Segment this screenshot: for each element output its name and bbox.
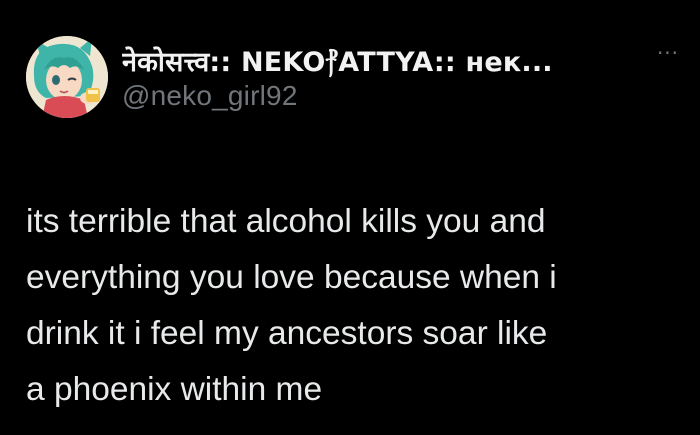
avatar[interactable] <box>26 36 108 118</box>
author-name-row: नेकोसत्त्व:: NEKO⳨ATTYA:: нек... <box>122 40 642 80</box>
author-display-name[interactable]: नेकोसत्त्व:: NEKO⳨ATTYA:: нек... <box>122 42 553 79</box>
more-options-button[interactable]: ··· <box>648 40 688 66</box>
tweet-text: its terrible that alcohol kills you and … <box>26 203 557 408</box>
more-options-icon: ··· <box>656 41 680 65</box>
author-handle[interactable]: @neko_girl92 <box>122 80 298 112</box>
tweet-card: नेकोसत्त्व:: NEKO⳨ATTYA:: нек... ··· @ne… <box>0 0 700 435</box>
anime-girl-avatar-icon <box>26 36 108 118</box>
